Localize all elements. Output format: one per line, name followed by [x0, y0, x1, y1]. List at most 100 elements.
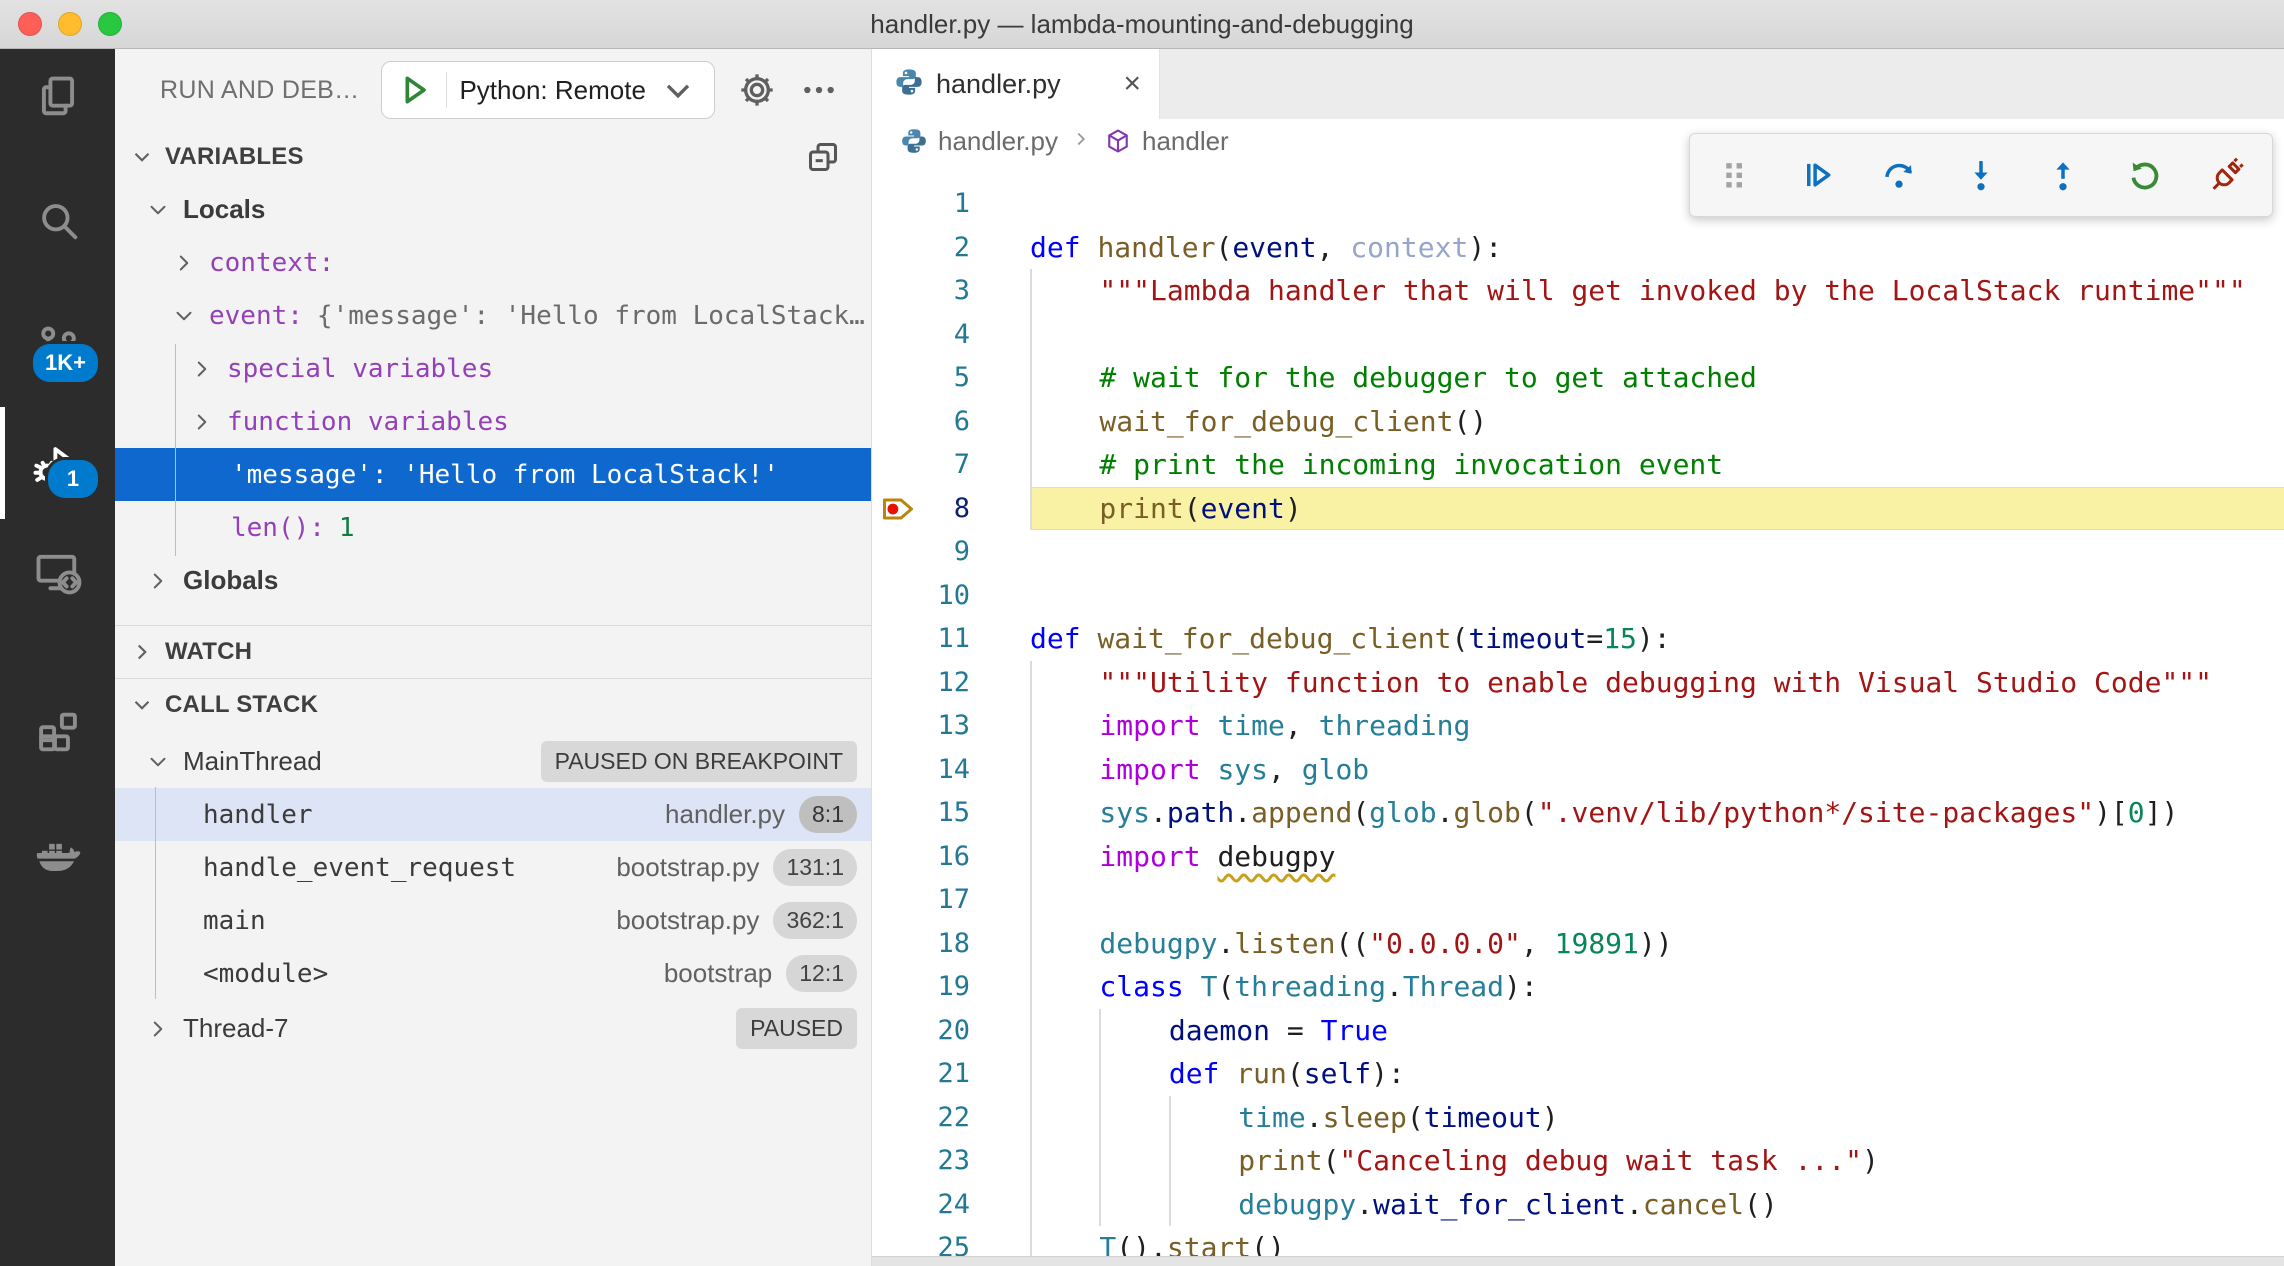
- glyph-margin[interactable]: [872, 226, 930, 270]
- line-content[interactable]: debugpy.wait_for_client.cancel(): [1030, 1183, 2284, 1227]
- code-line-21[interactable]: 21 def run(self):: [872, 1052, 2284, 1096]
- line-number[interactable]: 14: [930, 748, 970, 792]
- code-line-19[interactable]: 19 class T(threading.Thread):: [872, 965, 2284, 1009]
- glyph-margin[interactable]: [872, 617, 930, 661]
- continue-button[interactable]: [1798, 156, 1836, 194]
- code-line-7[interactable]: 7 # print the incoming invocation event: [872, 443, 2284, 487]
- line-content[interactable]: [1030, 878, 2284, 922]
- more-actions-icon[interactable]: [799, 70, 839, 110]
- code-line-10[interactable]: 10: [872, 574, 2284, 618]
- variable-row[interactable]: event:{'message': 'Hello from LocalStack…: [115, 289, 871, 342]
- code-line-23[interactable]: 23print("Canceling debug wait task ..."): [872, 1139, 2284, 1183]
- code-line-6[interactable]: 6wait_for_debug_client(): [872, 400, 2284, 444]
- glyph-margin[interactable]: [872, 748, 930, 792]
- activity-item-source-control[interactable]: 1K+: [0, 299, 115, 395]
- glyph-margin[interactable]: [872, 574, 930, 618]
- line-number[interactable]: 3: [930, 269, 970, 313]
- variables-scope-locals[interactable]: Locals: [115, 183, 871, 236]
- line-number[interactable]: 22: [930, 1096, 970, 1140]
- stack-frame-handle-event-request[interactable]: handle_event_requestbootstrap.py131:1: [115, 841, 871, 894]
- code-line-4[interactable]: 4: [872, 313, 2284, 357]
- line-number[interactable]: 23: [930, 1139, 970, 1183]
- zoom-window-button[interactable]: [98, 12, 122, 36]
- glyph-margin[interactable]: [872, 313, 930, 357]
- line-number[interactable]: 1: [930, 182, 970, 226]
- line-number[interactable]: 24: [930, 1183, 970, 1227]
- line-content[interactable]: import sys, glob: [1030, 748, 2284, 792]
- line-number[interactable]: 17: [930, 878, 970, 922]
- line-content[interactable]: [1030, 530, 2284, 574]
- line-number[interactable]: 16: [930, 835, 970, 879]
- start-debugging-icon[interactable]: [394, 70, 434, 110]
- line-content[interactable]: # print the incoming invocation event: [1030, 443, 2284, 487]
- activity-item-search[interactable]: [0, 173, 115, 269]
- line-content[interactable]: import debugpy: [1030, 835, 2284, 879]
- gear-icon[interactable]: [737, 70, 777, 110]
- glyph-margin[interactable]: [872, 182, 930, 226]
- glyph-margin[interactable]: [872, 1052, 930, 1096]
- stack-frame--module-[interactable]: <module>bootstrap12:1: [115, 947, 871, 1000]
- variables-section-header[interactable]: VARIABLES: [115, 131, 871, 183]
- line-content[interactable]: class T(threading.Thread):: [1030, 965, 2284, 1009]
- code-line-22[interactable]: 22 time.sleep(timeout): [872, 1096, 2284, 1140]
- breadcrumb-item-handler-py[interactable]: handler.py: [900, 126, 1058, 157]
- glyph-margin[interactable]: [872, 1183, 930, 1227]
- close-window-button[interactable]: [18, 12, 42, 36]
- activity-item-explorer[interactable]: [0, 49, 115, 145]
- horizontal-scrollbar[interactable]: [872, 1256, 2284, 1266]
- glyph-margin[interactable]: [872, 878, 930, 922]
- breadcrumb-item-handler[interactable]: handler: [1104, 126, 1229, 157]
- line-number[interactable]: 7: [930, 443, 970, 487]
- line-number[interactable]: 8: [930, 487, 970, 531]
- code-line-20[interactable]: 20daemon = True: [872, 1009, 2284, 1053]
- code-line-14[interactable]: 14 import sys, glob: [872, 748, 2284, 792]
- variable-row[interactable]: context:: [115, 236, 871, 289]
- line-content[interactable]: def wait_for_debug_client(timeout=15):: [1030, 617, 2284, 661]
- line-number[interactable]: 21: [930, 1052, 970, 1096]
- glyph-margin[interactable]: [872, 965, 930, 1009]
- code-line-8[interactable]: 8print(event): [872, 487, 2284, 531]
- line-content[interactable]: time.sleep(timeout): [1030, 1096, 2284, 1140]
- breakpoint-current-line-icon[interactable]: [872, 487, 930, 531]
- line-number[interactable]: 13: [930, 704, 970, 748]
- code-line-16[interactable]: 16 import debugpy: [872, 835, 2284, 879]
- glyph-margin[interactable]: [872, 835, 930, 879]
- step-out-button[interactable]: [2044, 156, 2082, 194]
- collapse-all-icon[interactable]: [803, 137, 843, 177]
- glyph-margin[interactable]: [872, 269, 930, 313]
- glyph-margin[interactable]: [872, 530, 930, 574]
- glyph-margin[interactable]: [872, 661, 930, 705]
- stack-frame-main[interactable]: mainbootstrap.py362:1: [115, 894, 871, 947]
- drag-handle[interactable]: [1716, 156, 1754, 194]
- line-content[interactable]: [1030, 313, 2284, 357]
- line-content[interactable]: wait_for_debug_client(): [1030, 400, 2284, 444]
- step-over-button[interactable]: [1880, 156, 1918, 194]
- code-line-11[interactable]: 11 def wait_for_debug_client(timeout=15):: [872, 617, 2284, 661]
- minimize-window-button[interactable]: [58, 12, 82, 36]
- activity-item-remote-explorer[interactable]: [0, 524, 115, 620]
- line-number[interactable]: 19: [930, 965, 970, 1009]
- code-line-12[interactable]: 12"""Utility function to enable debuggin…: [872, 661, 2284, 705]
- line-number[interactable]: 4: [930, 313, 970, 357]
- code-line-13[interactable]: 13import time, threading: [872, 704, 2284, 748]
- glyph-margin[interactable]: [872, 400, 930, 444]
- activity-item-run-and-debug[interactable]: 1: [0, 415, 115, 511]
- glyph-margin[interactable]: [872, 1009, 930, 1053]
- code-line-5[interactable]: 5 # wait for the debugger to get attached: [872, 356, 2284, 400]
- line-number[interactable]: 9: [930, 530, 970, 574]
- restart-button[interactable]: [2126, 156, 2164, 194]
- line-number[interactable]: 2: [930, 226, 970, 270]
- line-content[interactable]: def run(self):: [1030, 1052, 2284, 1096]
- stack-frame-handler[interactable]: handlerhandler.py8:1: [115, 788, 871, 841]
- line-number[interactable]: 11: [930, 617, 970, 661]
- line-number[interactable]: 5: [930, 356, 970, 400]
- line-content[interactable]: def handler(event, context):: [1030, 226, 2284, 270]
- activity-item-docker[interactable]: [0, 808, 115, 904]
- glyph-margin[interactable]: [872, 922, 930, 966]
- line-content[interactable]: # wait for the debugger to get attached: [1030, 356, 2284, 400]
- glyph-margin[interactable]: [872, 791, 930, 835]
- activity-item-extensions[interactable]: [0, 684, 115, 780]
- line-number[interactable]: 10: [930, 574, 970, 618]
- line-number[interactable]: 20: [930, 1009, 970, 1053]
- line-content[interactable]: sys.path.append(glob.glob(".venv/lib/pyt…: [1030, 791, 2284, 835]
